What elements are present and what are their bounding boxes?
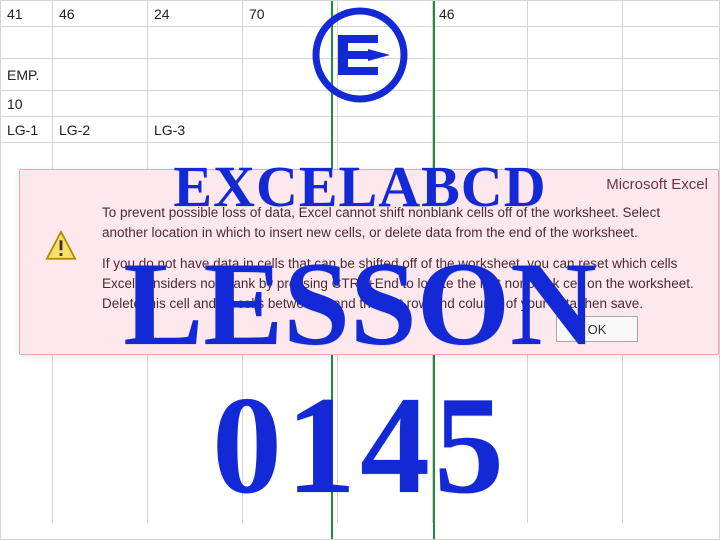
table-row: LG-1 LG-2 LG-3 (1, 117, 719, 143)
cell[interactable]: 46 (433, 1, 528, 26)
alert-dialog: Microsoft Excel To prevent possible loss… (19, 169, 719, 355)
cell[interactable]: LG-3 (148, 117, 243, 142)
cell[interactable] (528, 1, 623, 26)
dialog-message: To prevent possible loss of data, Excel … (102, 203, 700, 324)
dialog-title: Microsoft Excel (30, 176, 708, 193)
cell[interactable]: EMP. (1, 59, 53, 90)
cell[interactable]: LG-1 (1, 117, 53, 142)
warning-icon (38, 203, 84, 324)
cell[interactable]: 41 (1, 1, 53, 26)
cell[interactable]: 10 (1, 91, 53, 116)
cell[interactable]: 46 (53, 1, 148, 26)
cell[interactable] (1, 27, 53, 58)
cell[interactable]: LG-2 (53, 117, 148, 142)
cell[interactable]: 24 (148, 1, 243, 26)
brand-logo-icon (310, 5, 410, 110)
ok-button[interactable]: OK (556, 316, 638, 342)
